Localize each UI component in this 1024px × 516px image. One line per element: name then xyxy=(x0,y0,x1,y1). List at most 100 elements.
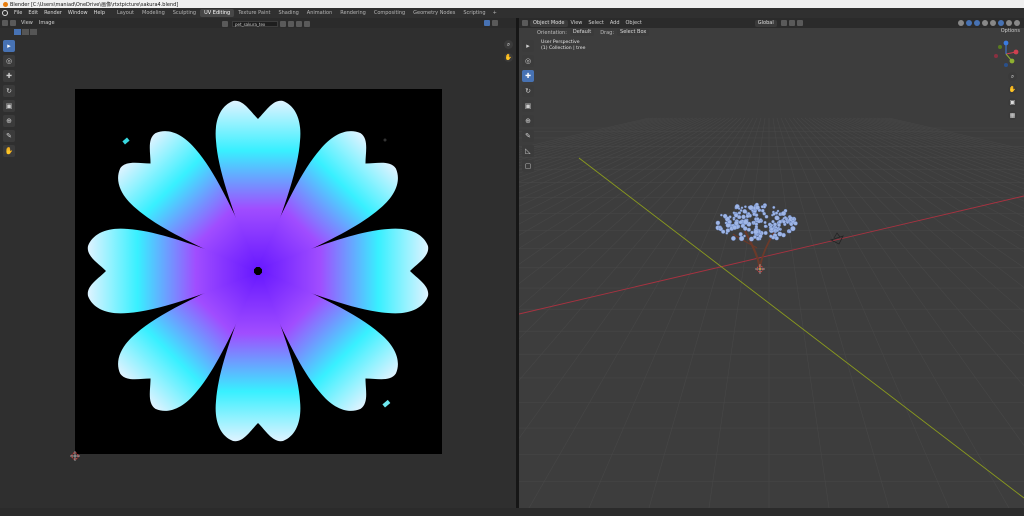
blender-app-icon xyxy=(3,1,8,7)
tab-modeling[interactable]: Modeling xyxy=(138,9,169,17)
orientation-dropdown[interactable]: Default xyxy=(569,29,595,36)
proportional-edit-icon[interactable] xyxy=(796,20,803,26)
cursor-tool-icon[interactable]: ◎ xyxy=(3,55,15,67)
editor-type-icon[interactable] xyxy=(522,20,528,26)
image-name-field[interactable]: pet_sakura_tex xyxy=(232,20,278,27)
pivot-icon[interactable] xyxy=(780,20,787,26)
uv-menu-view[interactable]: View xyxy=(21,20,33,26)
add-cube-tool-icon[interactable]: ▢ xyxy=(522,160,534,172)
gizmo-y-axis[interactable] xyxy=(1009,58,1015,64)
xray-icon[interactable] xyxy=(982,20,988,26)
menu-edit[interactable]: Edit xyxy=(28,10,38,16)
uv-overlay-icon[interactable] xyxy=(484,20,490,26)
image-unlink-icon[interactable] xyxy=(304,20,310,27)
visibility-icon[interactable] xyxy=(958,20,964,26)
collection-object-text: (1) Collection | tree xyxy=(541,46,586,51)
overlay-toggle-icon[interactable] xyxy=(974,20,980,26)
image-browse-icon[interactable] xyxy=(222,20,228,27)
move-tool-icon[interactable]: ✚ xyxy=(522,70,534,82)
image-open-icon[interactable] xyxy=(296,20,302,27)
tab-compositing[interactable]: Compositing xyxy=(370,9,409,17)
grab-tool-icon[interactable]: ✋ xyxy=(3,145,15,157)
tab-scripting[interactable]: Scripting xyxy=(459,9,489,17)
tab-texture-paint[interactable]: Texture Paint xyxy=(234,9,274,17)
gizmo-neg-x-axis[interactable] xyxy=(994,54,998,58)
snap-icon[interactable] xyxy=(788,20,795,26)
menu-window[interactable]: Window xyxy=(68,10,88,16)
tab-sculpting[interactable]: Sculpting xyxy=(169,9,200,17)
cursor-tool-icon[interactable]: ◎ xyxy=(522,55,534,67)
pan-hand-icon[interactable]: ✋ xyxy=(504,53,513,62)
gizmo-neg-z-axis[interactable] xyxy=(1004,63,1008,67)
tab-geometry-nodes[interactable]: Geometry Nodes xyxy=(409,9,459,17)
tab-animation[interactable]: Animation xyxy=(303,9,337,17)
transform-tool-icon[interactable]: ⊕ xyxy=(3,115,15,127)
annotate-tool-icon[interactable]: ✎ xyxy=(522,130,534,142)
2d-cursor-icon[interactable] xyxy=(70,451,80,461)
uv-sync-selection-icon[interactable] xyxy=(10,20,16,26)
viewport-info-text: User Perspective (1) Collection | tree xyxy=(541,40,585,52)
vp-menu-select[interactable]: Select xyxy=(588,20,603,26)
add-workspace-button[interactable]: + xyxy=(493,10,497,16)
image-fake-user-icon[interactable] xyxy=(280,20,286,27)
options-dropdown[interactable]: Options xyxy=(1001,28,1020,34)
small-uv-island[interactable] xyxy=(122,137,130,145)
vp-menu-object[interactable]: Object xyxy=(626,20,642,26)
uv-menu-image[interactable]: Image xyxy=(39,20,55,26)
edge-select-icon[interactable] xyxy=(22,29,29,35)
move-tool-icon[interactable]: ✚ xyxy=(3,70,15,82)
scale-tool-icon[interactable]: ▣ xyxy=(522,100,534,112)
gizmo-neg-y-axis[interactable] xyxy=(998,45,1002,49)
scale-tool-icon[interactable]: ▣ xyxy=(3,100,15,112)
rotate-tool-icon[interactable]: ↻ xyxy=(3,85,15,97)
pan-hand-icon[interactable]: ✋ xyxy=(1008,85,1017,94)
solid-shading-icon[interactable] xyxy=(998,20,1004,26)
select-tool-icon[interactable]: ▸ xyxy=(522,40,534,52)
navigation-gizmo[interactable] xyxy=(992,40,1020,68)
gizmo-x-axis[interactable] xyxy=(1013,49,1019,55)
face-select-icon[interactable] xyxy=(30,29,37,35)
vertex-select-icon[interactable] xyxy=(14,29,21,35)
annotate-tool-icon[interactable]: ✎ xyxy=(3,130,15,142)
tab-rendering[interactable]: Rendering xyxy=(336,9,370,17)
tab-shading[interactable]: Shading xyxy=(274,9,302,17)
rotate-tool-icon[interactable]: ↻ xyxy=(522,85,534,97)
transform-tool-icon[interactable]: ⊕ xyxy=(522,115,534,127)
tab-uv-editing[interactable]: UV Editing xyxy=(200,9,235,17)
wireframe-shading-icon[interactable] xyxy=(990,20,996,26)
vp-menu-add[interactable]: Add xyxy=(610,20,620,26)
editor-type-icon[interactable] xyxy=(2,20,8,26)
measure-tool-icon[interactable]: ◺ xyxy=(522,145,534,157)
perspective-toggle-icon[interactable]: ▦ xyxy=(1008,111,1017,120)
select-tool-icon[interactable]: ▸ xyxy=(3,40,15,52)
mode-dropdown[interactable]: Object Mode xyxy=(530,19,568,27)
sakura-tree[interactable] xyxy=(715,202,798,269)
window-title: Blender [C:\Users\maniad\OneDrive\画像\rtx… xyxy=(10,1,179,8)
zoom-icon[interactable]: ⌕ xyxy=(504,40,513,49)
uv-image-canvas[interactable] xyxy=(75,89,442,454)
3d-cursor-icon[interactable] xyxy=(755,264,765,274)
gizmo-z-axis[interactable] xyxy=(1003,40,1009,46)
transform-orientation-dropdown[interactable]: Global xyxy=(754,19,777,27)
rendered-shading-icon[interactable] xyxy=(1014,20,1020,26)
zoom-icon[interactable]: ⌕ xyxy=(1008,72,1017,81)
drag-dropdown[interactable]: Select Box xyxy=(617,29,650,36)
gizmo-toggle-icon[interactable] xyxy=(966,20,972,26)
camera-view-icon[interactable]: ▣ xyxy=(1008,98,1017,107)
image-new-icon[interactable] xyxy=(288,20,294,27)
menu-help[interactable]: Help xyxy=(94,10,105,16)
uv-toolbar: ▸ ◎ ✚ ↻ ▣ ⊕ ✎ ✋ xyxy=(3,40,15,160)
small-uv-island[interactable] xyxy=(382,399,391,408)
material-shading-icon[interactable] xyxy=(1006,20,1012,26)
menu-file[interactable]: File xyxy=(14,10,22,16)
tab-layout[interactable]: Layout xyxy=(113,9,138,17)
3d-viewport-area[interactable]: Object Mode View Select Add Object Globa… xyxy=(519,18,1024,508)
menu-render[interactable]: Render xyxy=(44,10,62,16)
x-axis-line xyxy=(519,195,1024,315)
uv-select-modes xyxy=(14,29,38,35)
vp-menu-view[interactable]: View xyxy=(571,20,583,26)
window-titlebar: Blender [C:\Users\maniad\OneDrive\画像\rtx… xyxy=(0,0,1024,8)
blender-logo-icon[interactable] xyxy=(2,10,8,16)
uv-display-channels-icon[interactable] xyxy=(492,20,498,26)
small-uv-island[interactable] xyxy=(383,138,387,142)
